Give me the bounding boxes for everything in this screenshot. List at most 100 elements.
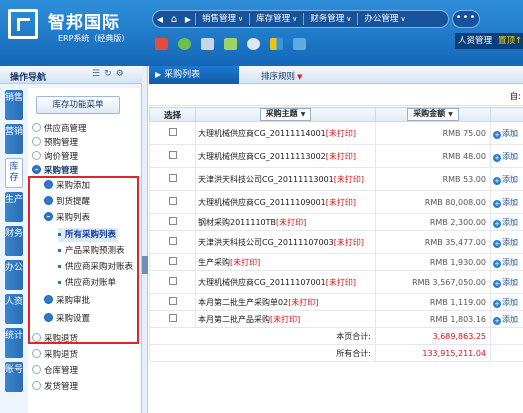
vtab-marketing[interactable]: 营销 [5, 124, 23, 154]
subject-link[interactable]: 本月第二批产品采购[未打印] [196, 314, 375, 325]
chevron-down-icon: ∨ [400, 15, 406, 23]
subject-link[interactable]: 大理机械供应商CG_20111114001[未打印] [196, 128, 375, 139]
row-checkbox[interactable] [168, 257, 177, 265]
row-checkbox[interactable] [168, 297, 177, 305]
row-checkbox[interactable] [168, 314, 177, 322]
add-action[interactable]: + 添加 [490, 230, 523, 254]
subject-text: 天津洪天科技公司CG_20111113001 [198, 174, 334, 184]
menu-label: 询价管理 [44, 152, 79, 162]
select-cell [149, 253, 196, 271]
nav-forward-icon[interactable]: ▶ [181, 15, 195, 24]
select-cell [149, 213, 196, 231]
amount-sort-box[interactable]: 采购金额 ▼ [407, 108, 459, 121]
subject-link[interactable]: 本月第二批生产采购单02[未打印] [196, 297, 375, 308]
sort-rule-button[interactable]: 排序规则 ▼ [261, 70, 302, 82]
folder-icon[interactable] [201, 38, 214, 50]
menu-prepurchase[interactable]: 预购管理 [32, 136, 78, 150]
flag-icon[interactable] [155, 38, 168, 50]
table-row: 本月第二批生产采购单02[未打印] RMB 1,119.00 + 添加 [149, 293, 523, 311]
subject-link[interactable]: 大理机械供应商CG_20111109001[未打印] [196, 197, 375, 208]
vtab-stock[interactable]: 库存 [5, 158, 23, 188]
row-checkbox[interactable] [168, 128, 177, 136]
add-action[interactable]: + 添加 [490, 213, 523, 231]
vtab-account[interactable]: 账号 [5, 362, 23, 392]
select-cell [149, 293, 196, 311]
amount-text: RMB 75.00 [442, 128, 486, 138]
row-checkbox[interactable] [168, 217, 177, 225]
subject-link[interactable]: 生产采购[未打印] [196, 257, 375, 268]
menu-shipping[interactable]: 发货管理 [32, 380, 78, 394]
plus-icon: + [493, 239, 501, 248]
panel-splitter[interactable] [142, 66, 148, 413]
vtab-production[interactable]: 生产 [5, 192, 23, 222]
add-action[interactable]: + 添加 [490, 293, 523, 311]
circle-icon [32, 123, 41, 132]
subject-text: 本月第二批产品采购 [198, 314, 270, 324]
add-action[interactable]: + 添加 [490, 190, 523, 214]
nav-finance[interactable]: 财务管理 ∨ [303, 13, 357, 25]
row-checkbox[interactable] [168, 174, 177, 182]
mail-icon[interactable] [224, 38, 237, 50]
add-action[interactable]: + 添加 [490, 167, 523, 191]
add-label: 添加 [502, 128, 518, 138]
select-cell [149, 167, 196, 191]
add-action[interactable]: + 添加 [490, 121, 523, 145]
table-row: 大理机械供应商CG_20111107001[未打印] RMB 3,567,050.… [149, 270, 523, 294]
left-panel-header: 操作导航 ☰ ↻ ⚙ [0, 66, 142, 84]
subject-sort-box[interactable]: 采购主题 ▼ [259, 108, 312, 121]
subject-link[interactable]: 大理机械供应商CG_20111113002[未打印] [196, 151, 375, 162]
add-action[interactable]: + 添加 [490, 253, 523, 271]
refresh-icon[interactable]: ↻ [104, 69, 112, 79]
grid-icon[interactable] [270, 38, 283, 50]
purchase-table: 选择 采购主题 ▼ 采购金额 ▼ 大理机械供应商CG_20111114001[未打印… [149, 107, 523, 362]
subject-link[interactable]: 天津洪天科技公司CG_20111113001[未打印] [196, 174, 375, 185]
menu-warehouse[interactable]: 仓库管理 [32, 364, 78, 378]
subject-link[interactable]: 天津洪天科技公司CG_20111107003[未打印] [196, 237, 375, 248]
highlight-frame [28, 176, 139, 344]
vtab-office[interactable]: 办公 [5, 260, 23, 290]
menu-label: 供应商管理 [44, 124, 87, 134]
tab-pin-top[interactable]: 置顶↑ [495, 33, 523, 49]
circle-icon [32, 137, 41, 146]
settings-icon[interactable]: ⚙ [116, 69, 124, 79]
phone-icon[interactable] [178, 38, 191, 50]
nav-stock[interactable]: 库存管理 ∨ [249, 13, 303, 25]
menu-inquiry[interactable]: 询价管理 [32, 150, 78, 164]
page-total-value: 3,689,863.25 [375, 327, 491, 345]
col-amount[interactable]: 采购金额 ▼ [375, 107, 491, 122]
row-checkbox[interactable] [168, 197, 177, 205]
row-checkbox[interactable] [168, 237, 177, 245]
amount-cell: RMB 3,567,050.00 [375, 270, 491, 294]
vtab-sales[interactable]: 销售 [5, 90, 23, 120]
add-action[interactable]: + 添加 [490, 310, 523, 328]
list-icon[interactable]: ☰ [92, 69, 100, 79]
row-checkbox[interactable] [168, 277, 177, 285]
tab-purchase-list[interactable]: ▶ 采购列表 [149, 66, 239, 84]
chat-icon[interactable] [247, 38, 260, 50]
sub-toolbar-text: 自: [509, 92, 521, 102]
subject-link[interactable]: 大理机械供应商CG_20111107001[未打印] [196, 277, 375, 288]
monitor-icon[interactable] [293, 38, 306, 50]
nav-office[interactable]: 办公管理 ∨ [357, 13, 411, 25]
add-action[interactable]: + 添加 [490, 270, 523, 294]
vtab-hr[interactable]: 人资 [5, 294, 23, 324]
nav-sales[interactable]: 销售管理 ∨ [195, 13, 249, 25]
nav-back-icon[interactable]: ◀ [153, 15, 167, 24]
row-checkbox[interactable] [168, 151, 177, 159]
tab-hr[interactable]: 人资管理 [455, 33, 496, 49]
home-icon[interactable]: ⌂ [167, 14, 181, 25]
more-button[interactable]: ••• [452, 10, 480, 28]
all-total-value: 133,915,211.04 [375, 344, 491, 362]
menu-purchase-return-b[interactable]: 采购退货 [32, 348, 78, 362]
subject-link[interactable]: 钢材采购2011110TB[未打印] [196, 217, 375, 228]
top-header: 智邦国际 ERP系统（经典版） ◀ ⌂ ▶ 销售管理 ∨ 库存管理 ∨ 财务管理 ∨ … [0, 0, 523, 66]
stock-func-menu-button[interactable]: 库存功能菜单 [36, 96, 120, 114]
add-action[interactable]: + 添加 [490, 144, 523, 168]
add-label: 添加 [502, 197, 518, 207]
empty-cell [490, 344, 523, 362]
col-subject[interactable]: 采购主题 ▼ [195, 107, 376, 122]
vtab-finance[interactable]: 财务 [5, 226, 23, 256]
vtab-statistics[interactable]: 统计 [5, 328, 23, 358]
menu-supplier[interactable]: 供应商管理 [32, 122, 87, 136]
collapse-handle[interactable] [142, 256, 148, 274]
